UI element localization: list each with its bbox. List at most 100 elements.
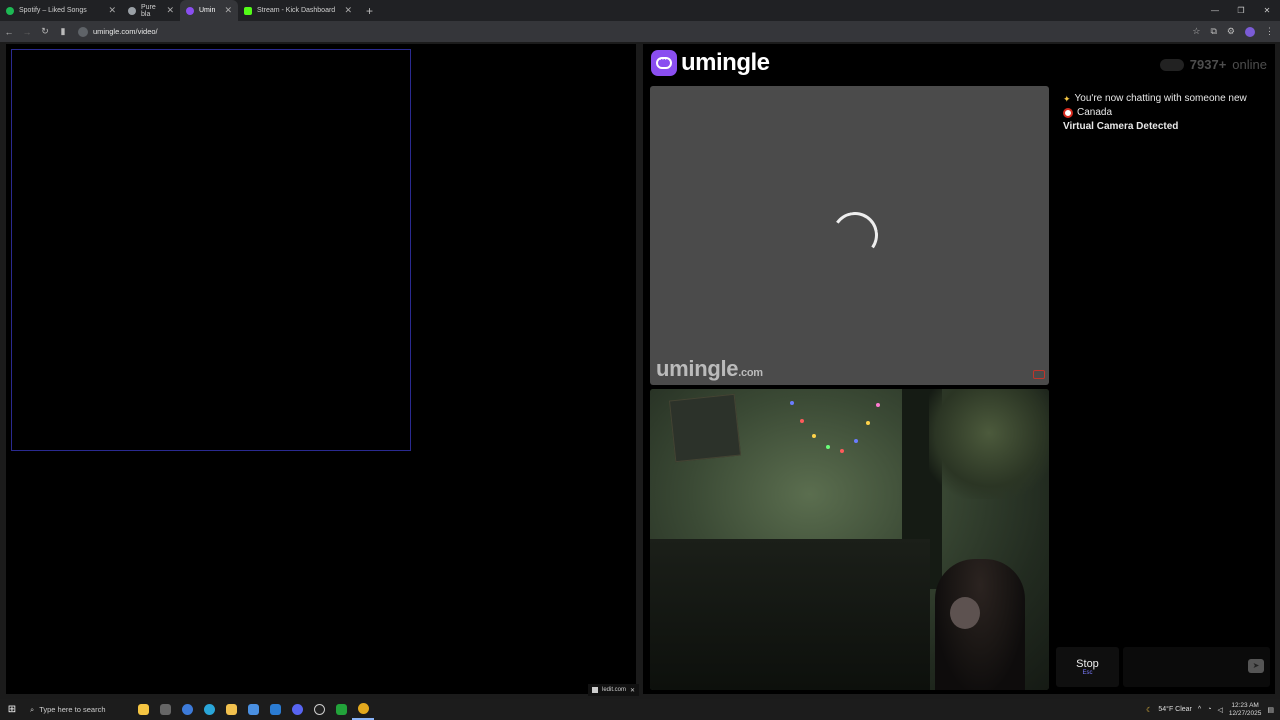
video-face xyxy=(950,597,980,629)
close-icon[interactable]: ✕ xyxy=(344,5,352,16)
search-placeholder: Type here to search xyxy=(39,705,106,714)
file-explorer-icon[interactable] xyxy=(220,699,242,720)
share-chip[interactable]: ledit.com ✕ xyxy=(588,684,640,696)
taskbar-search[interactable]: ⌕ Type here to search xyxy=(24,699,132,720)
network-icon[interactable]: ◔ xyxy=(1207,706,1211,713)
search-icon: ⌕ xyxy=(30,704,35,714)
tab-spotify[interactable]: Spotify – Liked Songs ✕ xyxy=(0,0,122,21)
tab-kick-dashboard[interactable]: Stream - Kick Dashboard ✕ xyxy=(238,0,358,21)
weather-moon-icon: ☾ xyxy=(1146,706,1153,714)
chrome-icon[interactable] xyxy=(352,699,374,720)
tab-favicon-icon xyxy=(128,6,136,15)
message-input[interactable]: ➤ xyxy=(1123,647,1270,687)
copilot-icon[interactable] xyxy=(132,699,154,720)
share-icon xyxy=(592,687,598,693)
video-tree xyxy=(929,389,1049,499)
volume-icon[interactable]: ◁ xyxy=(1217,706,1222,714)
tray-chevron-icon[interactable]: ^ xyxy=(1198,706,1201,713)
chat-message: ✦ You're now chatting with someone new xyxy=(1063,92,1265,106)
spotify-icon xyxy=(6,6,14,15)
cast-icon[interactable]: ⧉ xyxy=(1210,26,1216,37)
tab-label: Pure bla xyxy=(141,3,156,18)
online-count: 7937+ xyxy=(1189,57,1227,72)
discord-icon[interactable] xyxy=(286,699,308,720)
windows-start-icon[interactable]: ⊞ xyxy=(0,704,24,715)
umingle-icon xyxy=(186,6,194,15)
copilot-app-icon[interactable] xyxy=(176,699,198,720)
new-tab-button[interactable]: + xyxy=(366,4,373,18)
sparkle-icon: ✦ xyxy=(1063,94,1071,104)
address-bar: ← → ↻ ▮ umingle.com/video/ ☆ ⧉ ⚙ ⋮ xyxy=(0,21,1280,42)
stop-label: Stop xyxy=(1076,658,1099,670)
store-icon[interactable] xyxy=(242,699,264,720)
tab-umingle[interactable]: Umin ✕ xyxy=(180,0,238,21)
browser-tab-bar: Spotify – Liked Songs ✕ Pure bla ✕ Umin … xyxy=(0,0,1280,21)
theme-toggle[interactable] xyxy=(1159,58,1184,71)
tab-label: Spotify – Liked Songs xyxy=(19,7,87,14)
chat-message-text: Canada xyxy=(1077,107,1113,118)
minimize-icon[interactable]: — xyxy=(1202,0,1228,21)
share-chip-label: ledit.com xyxy=(602,687,627,693)
bookmark-star-icon[interactable]: ☆ xyxy=(1192,26,1200,37)
video-poster xyxy=(668,393,742,463)
umingle-logo[interactable]: umingle xyxy=(651,49,770,77)
weather-text[interactable]: 54°F Clear xyxy=(1158,706,1192,713)
close-icon[interactable]: ✕ xyxy=(108,5,116,16)
back-icon[interactable]: ← xyxy=(0,27,18,37)
chat-message-text: Virtual Camera Detected xyxy=(1063,121,1179,132)
chat-panel: ✦ You're now chatting with someone new C… xyxy=(1058,86,1270,641)
restore-icon[interactable]: ❐ xyxy=(1228,0,1254,21)
window-controls: — ❐ ✕ xyxy=(1202,0,1280,21)
extensions-icon[interactable]: ⚙ xyxy=(1227,26,1235,37)
notifications-icon[interactable]: ▤ xyxy=(1267,706,1274,714)
tab-pure-black[interactable]: Pure bla ✕ xyxy=(122,0,180,21)
xbox-icon[interactable] xyxy=(330,699,352,720)
watermark-suffix: .com xyxy=(738,367,763,379)
side-panel-icon[interactable]: ▮ xyxy=(54,26,72,37)
menu-icon[interactable]: ⋮ xyxy=(1265,26,1274,37)
close-icon[interactable]: ✕ xyxy=(224,5,232,16)
stop-button[interactable]: Stop Esc xyxy=(1056,647,1119,687)
chat-bubble-icon xyxy=(651,50,677,76)
chat-message: Virtual Camera Detected xyxy=(1063,120,1265,134)
tab-label: Stream - Kick Dashboard xyxy=(257,7,336,14)
reload-icon[interactable]: ↻ xyxy=(36,26,54,37)
close-window-icon[interactable]: ✕ xyxy=(1254,0,1280,21)
stranger-video: umingle.com xyxy=(650,86,1049,385)
clock-time: 12:23 AM xyxy=(1231,701,1259,709)
forward-icon[interactable]: → xyxy=(18,27,36,37)
page-content: ledit.com ✕ umingle 7937+ online umingle… xyxy=(0,42,1280,699)
obs-icon[interactable] xyxy=(308,699,330,720)
avatar[interactable] xyxy=(1245,26,1255,37)
close-icon[interactable]: ✕ xyxy=(630,687,635,694)
chat-message-text: You're now chatting with someone new xyxy=(1074,93,1247,104)
stop-shortcut: Esc xyxy=(1082,670,1093,676)
self-video xyxy=(650,389,1049,690)
left-capture-pane: ledit.com ✕ xyxy=(6,44,640,696)
taskbar: ⊞ ⌕ Type here to search ☾ 54°F Clear ^ ◔… xyxy=(0,699,1280,720)
video-watermark: umingle.com xyxy=(656,356,763,382)
clock[interactable]: 12:23 AM 12/27/2025 xyxy=(1229,702,1262,718)
umingle-app: umingle 7937+ online umingle.com xyxy=(643,44,1275,694)
send-icon[interactable]: ➤ xyxy=(1248,659,1264,673)
url-field[interactable]: umingle.com/video/ xyxy=(78,26,158,37)
tab-label: Umin xyxy=(199,7,216,14)
logo-text: umingle xyxy=(681,49,770,76)
chat-message: Canada xyxy=(1063,106,1265,120)
canada-flag-icon xyxy=(1063,108,1073,118)
site-info-icon[interactable] xyxy=(78,26,88,37)
kick-icon xyxy=(244,6,252,15)
online-label: online xyxy=(1232,57,1267,72)
clock-date: 12/27/2025 xyxy=(1228,709,1262,717)
video-person xyxy=(935,559,1025,690)
close-icon[interactable]: ✕ xyxy=(166,5,174,16)
watermark-main: umingle xyxy=(656,356,739,381)
edge-icon[interactable] xyxy=(198,699,220,720)
mail-icon[interactable] xyxy=(264,699,286,720)
loading-spinner-icon xyxy=(828,208,882,262)
video-bed xyxy=(650,539,930,690)
report-flag-icon[interactable] xyxy=(1033,370,1045,379)
system-tray: ☾ 54°F Clear ^ ◔ ◁ 12:23 AM 12/27/2025 ▤ xyxy=(1146,699,1280,720)
capture-frame xyxy=(11,49,411,451)
task-view-icon[interactable] xyxy=(154,699,176,720)
